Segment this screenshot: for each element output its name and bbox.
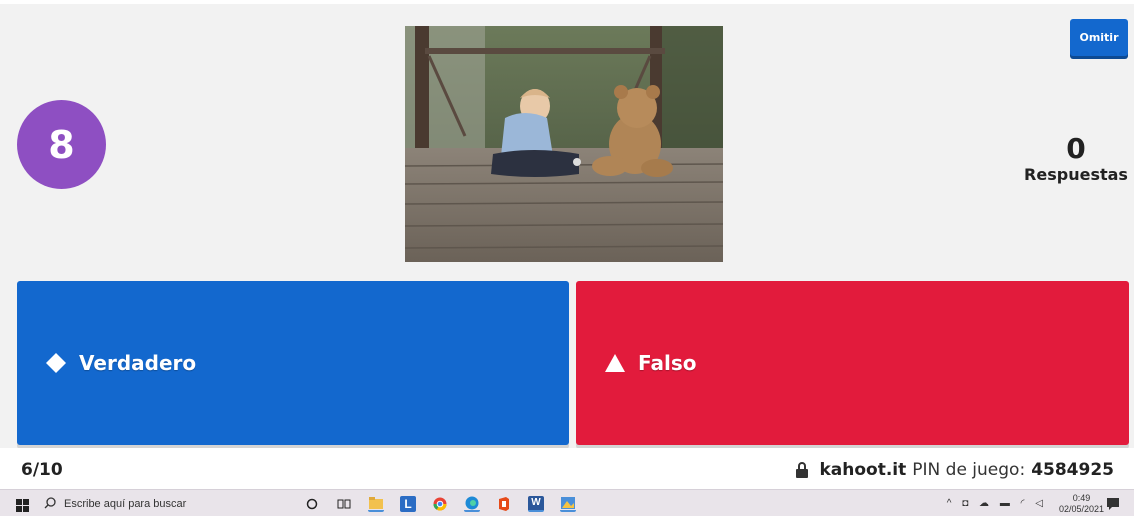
answers-count-label: Respuestas <box>1024 165 1128 184</box>
windows-taskbar: Escribe aquí para buscar L W ^ ◘ ☁ ▬ ◜ ◁… <box>0 489 1134 516</box>
answers-count: 0 Respuestas <box>1020 134 1132 186</box>
diamond-icon <box>43 350 69 376</box>
clock-time: 0:49 <box>1072 492 1091 503</box>
skip-button[interactable]: Omitir <box>1070 19 1128 56</box>
child-with-teddy-bear-photo <box>405 26 723 262</box>
question-counter: 6/10 <box>21 460 63 480</box>
question-image <box>405 26 723 262</box>
timer-value: 8 <box>48 122 75 167</box>
game-pin-info: kahoot.it PIN de juego: 4584925 <box>795 460 1114 480</box>
pin-label: PIN de juego: <box>912 460 1026 480</box>
windows-start-icon[interactable] <box>16 497 29 512</box>
question-stage: 8 Omitir 0 Respuestas Verdadero Falso <box>0 0 1134 448</box>
clock-date: 02/05/2021 <box>1058 503 1104 514</box>
edge-icon[interactable] <box>464 496 480 512</box>
game-footer: 6/10 kahoot.it PIN de juego: 4584925 <box>0 448 1134 489</box>
office-icon[interactable] <box>496 496 512 512</box>
task-view-icon[interactable] <box>336 496 352 512</box>
clock[interactable]: 0:49 02/05/2021 <box>1059 493 1104 515</box>
tray-icons[interactable]: ^ ◘ ☁ ▬ ◜ ◁ <box>947 498 1047 509</box>
word-icon[interactable]: W <box>528 495 544 512</box>
photos-icon[interactable] <box>560 496 576 512</box>
cortana-icon[interactable] <box>304 496 320 512</box>
system-tray: ^ ◘ ☁ ▬ ◜ ◁ 0:49 02/05/2021 <box>947 490 1104 516</box>
lock-icon <box>795 462 809 478</box>
search-placeholder: Escribe aquí para buscar <box>64 497 187 510</box>
answer-option-false[interactable]: Falso <box>576 281 1129 445</box>
answer-label: Verdadero <box>79 351 197 375</box>
answers-count-value: 0 <box>1066 132 1086 165</box>
countdown-timer: 8 <box>17 100 106 189</box>
answer-label: Falso <box>638 351 697 375</box>
notification-icon[interactable] <box>1106 496 1120 510</box>
chrome-icon[interactable] <box>432 496 448 512</box>
file-explorer-icon[interactable] <box>368 496 384 512</box>
taskbar-search[interactable]: Escribe aquí para buscar <box>44 490 284 516</box>
taskbar-apps: L W <box>304 490 592 516</box>
search-icon <box>44 494 56 513</box>
answer-option-true[interactable]: Verdadero <box>17 281 569 445</box>
pin-value: 4584925 <box>1031 460 1114 480</box>
app-l-icon[interactable]: L <box>400 495 416 512</box>
site-name: kahoot.it <box>819 460 907 480</box>
triangle-icon <box>602 350 628 376</box>
